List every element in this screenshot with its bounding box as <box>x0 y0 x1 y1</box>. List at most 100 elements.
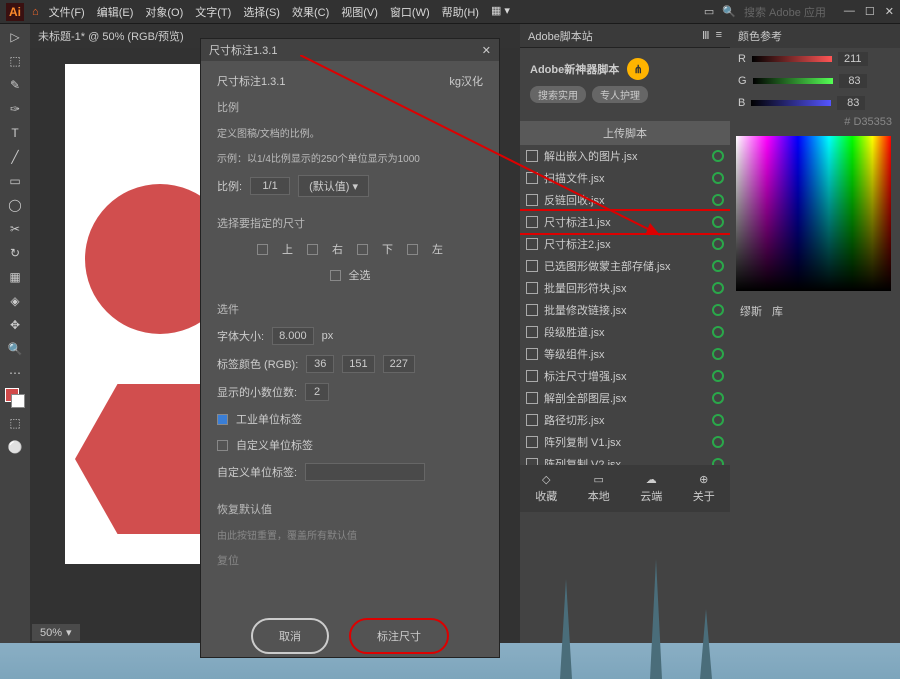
custom-unit-input[interactable] <box>305 463 425 481</box>
reset-button[interactable]: 复位 <box>217 552 239 568</box>
font-size-input[interactable]: 8.000 <box>272 327 314 345</box>
close-icon[interactable]: ✕ <box>885 5 894 18</box>
menu-type[interactable]: 文字(T) <box>195 4 231 20</box>
hex-value[interactable]: # D35353 <box>730 114 900 130</box>
download-icon[interactable] <box>712 370 724 382</box>
tool-scissor[interactable]: ✂ <box>6 220 24 238</box>
color-picker[interactable] <box>736 136 891 291</box>
home-icon[interactable]: ⌂ <box>32 6 39 18</box>
script-list[interactable]: 解出嵌入的图片.jsx 扫描文件.jsx 反链回收.jsx 尺寸标注1.jsx … <box>520 145 730 465</box>
checkbox-industrial[interactable] <box>217 414 228 425</box>
tool-mode[interactable]: ⬚ <box>6 414 24 432</box>
menu-select[interactable]: 选择(S) <box>243 4 280 20</box>
download-icon[interactable] <box>712 238 724 250</box>
rgb-r-input[interactable]: 36 <box>306 355 334 373</box>
swatch-fill-stroke[interactable] <box>5 388 25 408</box>
nav-local[interactable]: ▭本地 <box>588 473 610 504</box>
download-icon[interactable] <box>712 150 724 162</box>
tool-zoom[interactable]: 🔍 <box>6 340 24 358</box>
menu-help[interactable]: 帮助(H) <box>442 4 479 20</box>
list-item[interactable]: 标注尺寸增强.jsx <box>520 365 730 387</box>
r-slider[interactable] <box>752 56 832 62</box>
list-item[interactable]: 尺寸标注2.jsx <box>520 233 730 255</box>
scale-value[interactable]: 1/1 <box>250 177 290 195</box>
maximize-icon[interactable]: ☐ <box>865 5 875 18</box>
layout-icon[interactable]: ▭ <box>704 5 714 18</box>
menu-object[interactable]: 对象(O) <box>145 4 183 20</box>
checkbox-left[interactable] <box>407 244 418 255</box>
list-item-highlighted[interactable]: 尺寸标注1.jsx <box>520 211 730 233</box>
list-item[interactable]: 段级胜道.jsx <box>520 321 730 343</box>
download-icon[interactable] <box>712 260 724 272</box>
download-icon[interactable] <box>712 172 724 184</box>
list-item[interactable]: 等级组件.jsx <box>520 343 730 365</box>
list-item[interactable]: 已选图形做蒙主部存储.jsx <box>520 255 730 277</box>
list-item[interactable]: 阵列复制 V1.jsx <box>520 431 730 453</box>
tab-muse[interactable]: 缪斯 <box>740 303 762 319</box>
menu-effect[interactable]: 效果(C) <box>292 4 329 20</box>
nav-about[interactable]: ⊕关于 <box>693 473 715 504</box>
download-icon[interactable] <box>712 304 724 316</box>
list-item[interactable]: 反链回收.jsx <box>520 189 730 211</box>
search-icon[interactable]: 🔍 <box>722 5 736 18</box>
download-icon[interactable] <box>712 392 724 404</box>
menu-edit[interactable]: 编辑(E) <box>97 4 134 20</box>
nav-cloud[interactable]: ☁云端 <box>640 473 662 504</box>
download-icon[interactable] <box>712 216 724 228</box>
tool-type[interactable]: T <box>6 124 24 142</box>
tool-line[interactable]: ╱ <box>6 148 24 166</box>
list-item[interactable]: 批量回形符块.jsx <box>520 277 730 299</box>
checkbox-right[interactable] <box>307 244 318 255</box>
list-item[interactable]: 扫描文件.jsx <box>520 167 730 189</box>
tool-screen[interactable]: ⚪ <box>6 438 24 456</box>
r-value[interactable]: 211 <box>838 52 868 66</box>
list-item[interactable]: 解剖全部图层.jsx <box>520 387 730 409</box>
rgb-b-input[interactable]: 227 <box>383 355 415 373</box>
list-item[interactable]: 批量修改链接.jsx <box>520 299 730 321</box>
checkbox-down[interactable] <box>357 244 368 255</box>
download-icon[interactable] <box>712 436 724 448</box>
tool-direct[interactable]: ⬚ <box>6 52 24 70</box>
tag-care[interactable]: 专人护理 <box>592 86 648 103</box>
ok-button[interactable]: 标注尺寸 <box>349 618 449 654</box>
cancel-button[interactable]: 取消 <box>251 618 329 654</box>
tag-search[interactable]: 搜索实用 <box>530 86 586 103</box>
nav-fav[interactable]: ◇收藏 <box>535 473 557 504</box>
tab-lib[interactable]: 库 <box>772 303 783 319</box>
rgb-g-input[interactable]: 151 <box>342 355 374 373</box>
tool-shape[interactable]: ◈ <box>6 292 24 310</box>
menu-file[interactable]: 文件(F) <box>49 4 85 20</box>
decimals-input[interactable]: 2 <box>305 383 329 401</box>
close-icon[interactable]: ✕ <box>482 44 491 57</box>
tool-curve[interactable]: ✑ <box>6 100 24 118</box>
tool-pen[interactable]: ✎ <box>6 76 24 94</box>
list-item[interactable]: 解出嵌入的图片.jsx <box>520 145 730 167</box>
download-icon[interactable] <box>712 458 724 465</box>
tool-rect[interactable]: ▭ <box>6 172 24 190</box>
download-icon[interactable] <box>712 326 724 338</box>
tool-select[interactable]: ▷ <box>6 28 24 46</box>
list-item[interactable]: 路径切形.jsx <box>520 409 730 431</box>
checkbox-custom[interactable] <box>217 440 228 451</box>
checkbox-up[interactable] <box>257 244 268 255</box>
menu-extra[interactable]: ▦ ▾ <box>491 4 510 20</box>
tool-move[interactable]: ✥ <box>6 316 24 334</box>
minimize-icon[interactable]: — <box>844 5 855 18</box>
menu-view[interactable]: 视图(V) <box>341 4 378 20</box>
tool-grid[interactable]: ▦ <box>6 268 24 286</box>
zoom-control[interactable]: 50% ▾ <box>32 624 80 641</box>
g-slider[interactable] <box>753 78 833 84</box>
g-value[interactable]: 83 <box>839 74 867 88</box>
scale-default-dropdown[interactable]: (默认值) ▾ <box>298 175 369 197</box>
download-icon[interactable] <box>712 348 724 360</box>
b-value[interactable]: 83 <box>837 96 865 110</box>
download-icon[interactable] <box>712 282 724 294</box>
tool-ellipse[interactable]: ◯ <box>6 196 24 214</box>
b-slider[interactable] <box>751 100 831 106</box>
download-icon[interactable] <box>712 414 724 426</box>
list-item[interactable]: 阵列复制 V2.jsx <box>520 453 730 465</box>
download-icon[interactable] <box>712 194 724 206</box>
search-field[interactable]: 搜索 Adobe 应用 <box>744 4 826 20</box>
tool-more[interactable]: ⋯ <box>6 364 24 382</box>
checkbox-all[interactable] <box>330 270 341 281</box>
